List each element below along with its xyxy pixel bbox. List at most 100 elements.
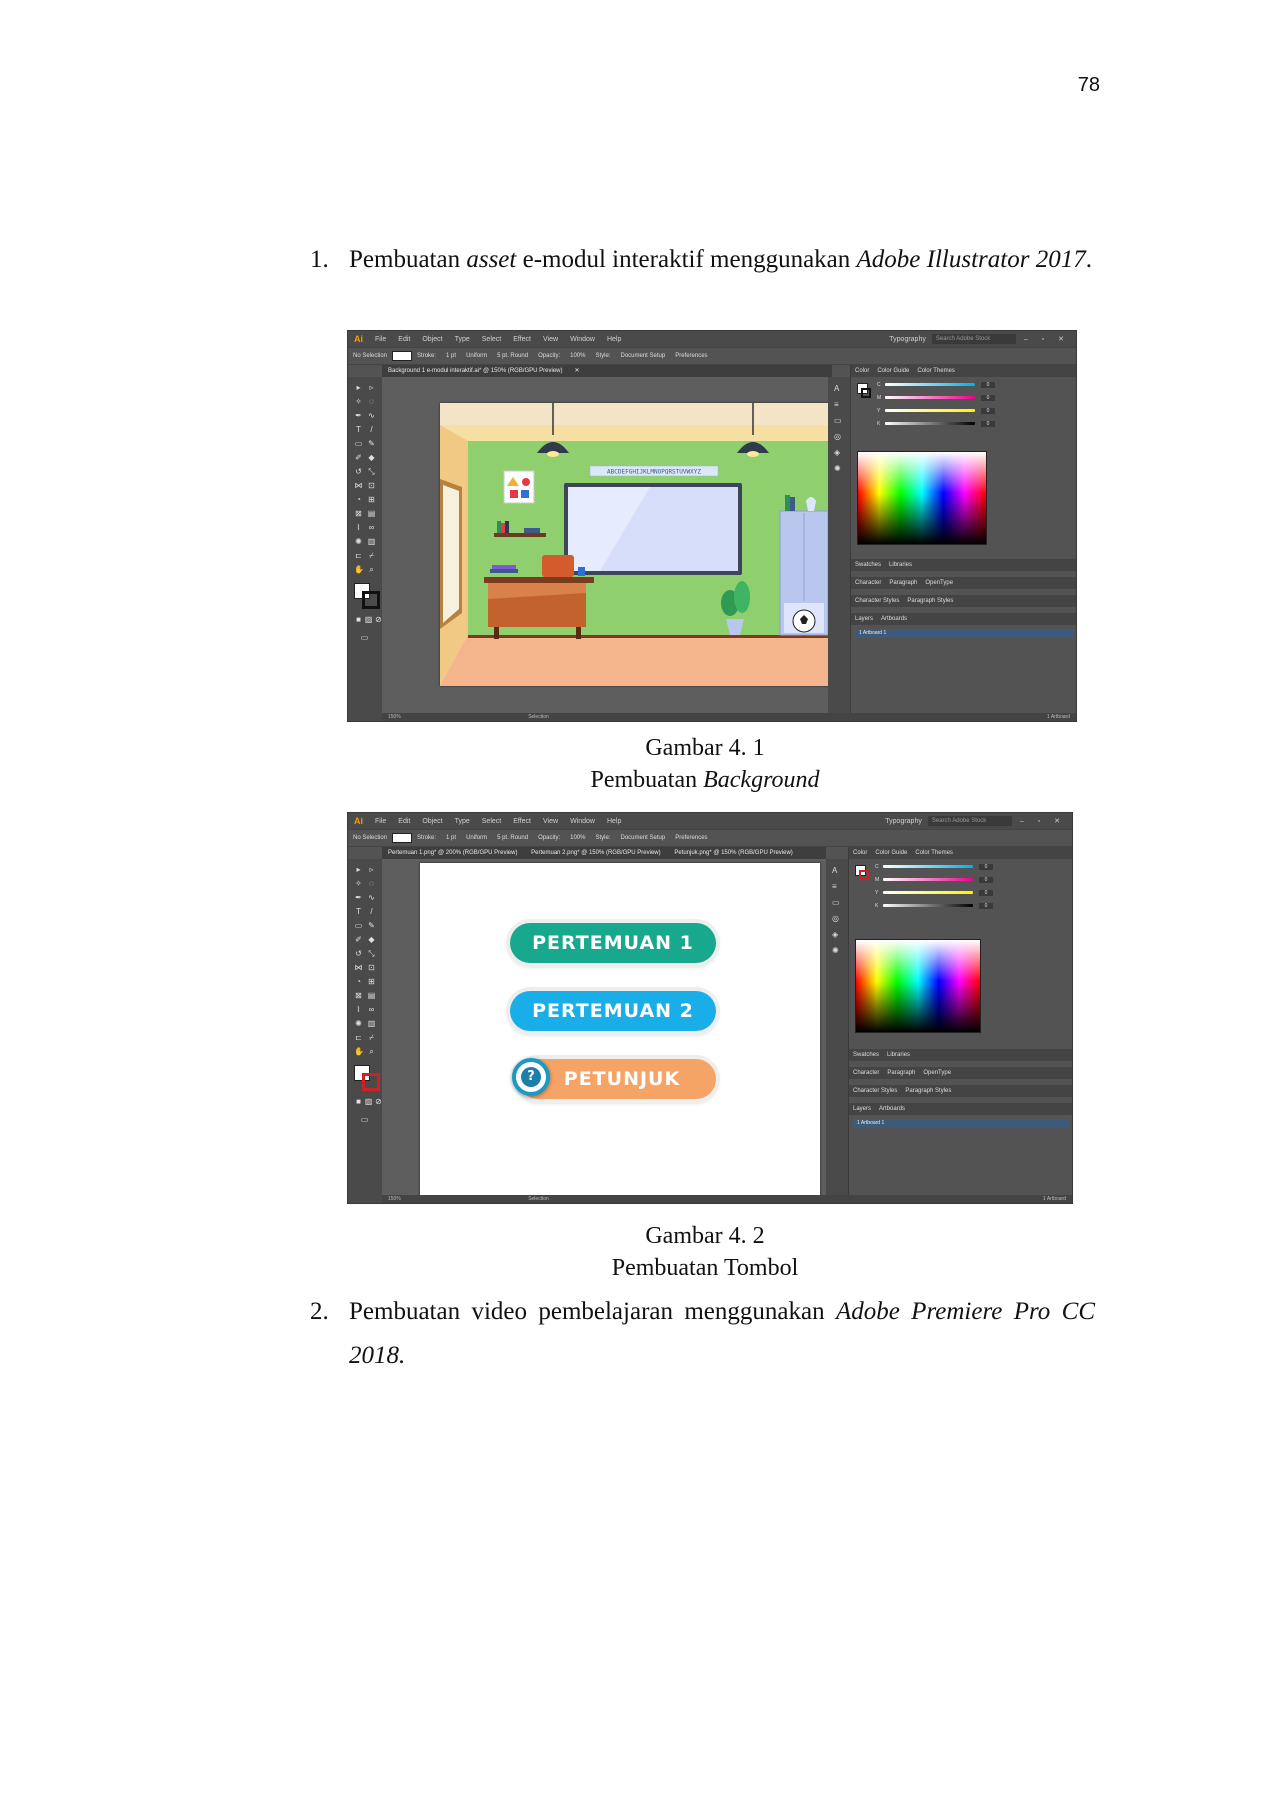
slider-black[interactable]: K 0 — [877, 420, 995, 427]
screen-mode-icon[interactable]: ▭ — [360, 633, 369, 642]
curvature-icon[interactable]: ∿ — [367, 893, 376, 902]
lasso-icon[interactable]: ◌ — [367, 397, 376, 406]
mesh-icon[interactable]: ⊠ — [354, 509, 363, 518]
tab-layers[interactable]: Layers — [851, 616, 877, 622]
paintbrush-icon[interactable]: ✎ — [367, 439, 376, 448]
tab-artboards[interactable]: Artboards — [877, 616, 911, 622]
tab-character-styles[interactable]: Character Styles — [849, 1088, 901, 1094]
slice-icon[interactable]: ⌿ — [367, 551, 376, 560]
artboard-row[interactable]: 1 Artboard 1 — [855, 629, 1073, 638]
magic-wand-icon[interactable]: ✧ — [354, 879, 363, 888]
menu-effect[interactable]: Effect — [507, 818, 537, 825]
slider-value[interactable]: 0 — [981, 381, 995, 388]
menu-file[interactable]: File — [369, 818, 392, 825]
slider-track[interactable] — [883, 878, 973, 881]
workspace-switcher[interactable]: Typography — [879, 818, 928, 825]
stroke-weight[interactable]: 1 pt — [441, 353, 461, 359]
tab-paragraph-styles[interactable]: Paragraph Styles — [901, 1088, 955, 1094]
rectangle-tool-icon[interactable]: ▭ — [354, 439, 363, 448]
stroke-color-box[interactable] — [362, 1073, 380, 1091]
window-controls[interactable]: – ▫ ✕ — [1024, 335, 1076, 343]
stock-search-input[interactable]: Search Adobe Stock — [927, 816, 1012, 826]
menu-window[interactable]: Window — [564, 818, 601, 825]
menu-type[interactable]: Type — [449, 336, 476, 343]
blend-icon[interactable]: ∞ — [367, 1005, 376, 1014]
hand-tool-icon[interactable]: ✋ — [354, 1047, 364, 1056]
shaper-icon[interactable]: ✐ — [354, 935, 363, 944]
transform-panel-icon[interactable]: ▭ — [832, 899, 842, 907]
document-tab-1[interactable]: Pertemuan 1.png* @ 200% (RGB/GPU Preview… — [382, 850, 523, 856]
menu-file[interactable]: File — [369, 336, 392, 343]
menu-help[interactable]: Help — [601, 818, 627, 825]
zoom-tool-icon[interactable]: ⌕ — [367, 565, 376, 574]
window-controls[interactable]: – ▫ ✕ — [1020, 817, 1072, 825]
brushes-panel-icon[interactable]: ✺ — [832, 947, 842, 955]
menu-object[interactable]: Object — [416, 336, 448, 343]
panel-stroke-swatch[interactable] — [859, 870, 869, 880]
type-panel-icon[interactable]: A — [832, 867, 842, 875]
slider-track[interactable] — [885, 422, 975, 425]
slider-value[interactable]: 0 — [981, 420, 995, 427]
menu-help[interactable]: Help — [601, 336, 627, 343]
slider-value[interactable]: 0 — [981, 407, 995, 414]
artboard-tool-icon[interactable]: ⊏ — [354, 551, 363, 560]
slider-cyan[interactable]: C 0 — [877, 381, 995, 388]
slider-track[interactable] — [885, 383, 975, 386]
align-panel-icon[interactable]: ≡ — [832, 883, 842, 891]
appearance-panel-icon[interactable]: ◎ — [834, 433, 844, 441]
menu-select[interactable]: Select — [476, 818, 507, 825]
document-setup-button[interactable]: Document Setup — [616, 353, 671, 359]
zoom-tool-icon[interactable]: ⌕ — [367, 1047, 376, 1056]
perspective-icon[interactable]: ⊞ — [367, 495, 376, 504]
tab-character[interactable]: Character — [849, 1070, 883, 1076]
document-tab[interactable]: Background 1 e-modul interaktif.ai* @ 15… — [382, 368, 569, 374]
line-tool-icon[interactable]: / — [367, 907, 376, 916]
menu-effect[interactable]: Effect — [507, 336, 537, 343]
brushes-panel-icon[interactable]: ✺ — [834, 465, 844, 473]
menu-edit[interactable]: Edit — [392, 818, 416, 825]
menu-view[interactable]: View — [537, 818, 564, 825]
stroke-color-box[interactable] — [362, 591, 380, 609]
type-tool-icon[interactable]: T — [354, 907, 363, 916]
symbol-sprayer-icon[interactable]: ✺ — [354, 537, 363, 546]
shape-builder-icon[interactable]: ◔ — [354, 495, 363, 504]
stroke-weight[interactable]: 1 pt — [441, 835, 461, 841]
opacity-value[interactable]: 100% — [565, 835, 590, 841]
slider-track[interactable] — [883, 865, 973, 868]
tab-swatches[interactable]: Swatches — [851, 562, 885, 568]
menu-type[interactable]: Type — [449, 818, 476, 825]
slider-yellow[interactable]: Y 0 — [875, 889, 993, 896]
free-transform-icon[interactable]: ⊡ — [367, 963, 376, 972]
tab-layers[interactable]: Layers — [849, 1106, 875, 1112]
mesh-icon[interactable]: ⊠ — [354, 991, 363, 1000]
rectangle-tool-icon[interactable]: ▭ — [354, 921, 363, 930]
selection-tool-icon[interactable]: ▸ — [354, 383, 363, 392]
document-tab-3[interactable]: Petunjuk.png* @ 150% (RGB/GPU Preview) — [668, 850, 798, 856]
workspace-switcher[interactable]: Typography — [883, 336, 932, 343]
tab-libraries[interactable]: Libraries — [885, 562, 916, 568]
symbol-sprayer-icon[interactable]: ✺ — [354, 1019, 363, 1028]
paintbrush-icon[interactable]: ✎ — [367, 921, 376, 930]
gradient-icon[interactable]: ▤ — [367, 509, 376, 518]
menu-view[interactable]: View — [537, 336, 564, 343]
appearance-panel-icon[interactable]: ◎ — [832, 915, 842, 923]
color-mode-icon[interactable]: ■ — [354, 1097, 363, 1106]
tab-paragraph[interactable]: Paragraph — [885, 580, 921, 586]
transform-panel-icon[interactable]: ▭ — [834, 417, 844, 425]
graphic-styles-icon[interactable]: ◈ — [834, 449, 844, 457]
shaper-icon[interactable]: ✐ — [354, 453, 363, 462]
slider-yellow[interactable]: Y 0 — [877, 407, 995, 414]
gradient-icon[interactable]: ▤ — [367, 991, 376, 1000]
line-tool-icon[interactable]: / — [367, 425, 376, 434]
slider-track[interactable] — [883, 904, 973, 907]
slider-value[interactable]: 0 — [979, 876, 993, 883]
rotate-icon[interactable]: ↺ — [354, 467, 363, 476]
tab-color-guide[interactable]: Color Guide — [873, 368, 913, 374]
close-icon[interactable]: ✕ — [569, 368, 586, 374]
zoom-level[interactable]: 150% — [382, 1196, 407, 1202]
graphic-styles-icon[interactable]: ◈ — [832, 931, 842, 939]
slider-track[interactable] — [883, 891, 973, 894]
selection-tool-icon[interactable]: ▸ — [354, 865, 363, 874]
screen-mode-icon[interactable]: ▭ — [360, 1115, 369, 1124]
type-tool-icon[interactable]: T — [354, 425, 363, 434]
